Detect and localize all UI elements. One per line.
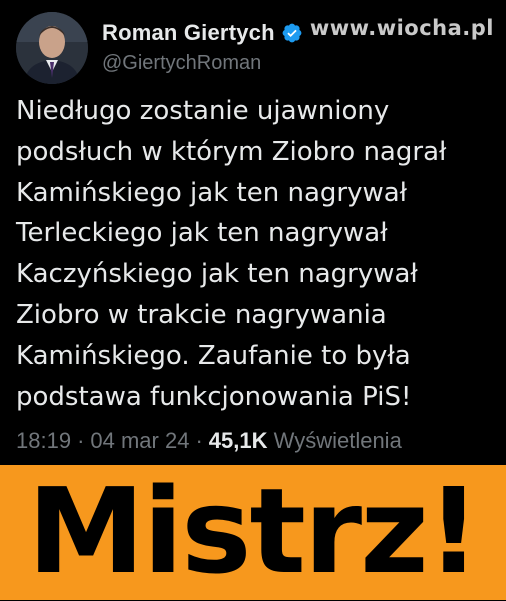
tweet-card: Roman Giertych @GiertychRoman www.wiocha… (0, 0, 506, 465)
views-count[interactable]: 45,1K (209, 428, 268, 453)
avatar-image (16, 12, 88, 84)
tweet-meta: 18:19 · 04 mar 24 · 45,1K Wyświetlenia (16, 428, 402, 454)
views-label: Wyświetlenia (273, 428, 402, 453)
author-name-row: Roman Giertych (102, 20, 303, 46)
watermark: www.wiocha.pl (309, 16, 494, 40)
caption-text: Mistrz! (27, 462, 480, 600)
caption-banner: Mistrz! (0, 462, 506, 600)
tweet-time[interactable]: 18:19 (16, 428, 71, 453)
verified-badge-icon (281, 22, 303, 44)
meta-separator: · (77, 428, 85, 453)
avatar[interactable] (16, 12, 88, 84)
author-display-name[interactable]: Roman Giertych (102, 20, 275, 46)
meta-separator: · (195, 428, 203, 453)
tweet-date[interactable]: 04 mar 24 (90, 428, 189, 453)
author-handle[interactable]: @GiertychRoman (102, 52, 303, 75)
author-block: Roman Giertych @GiertychRoman (102, 20, 303, 75)
tweet-text: Niedługo zostanie ujawniony podsłuch w k… (16, 96, 447, 412)
